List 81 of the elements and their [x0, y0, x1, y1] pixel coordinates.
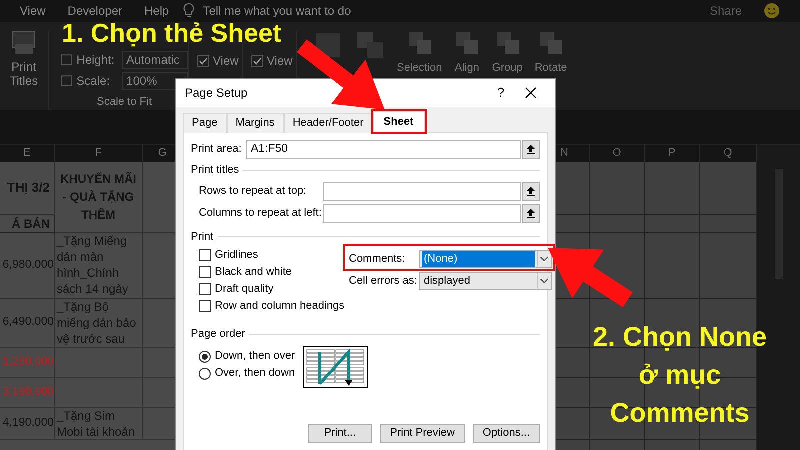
checkbox[interactable] — [199, 266, 211, 278]
group-label: Scale to Fit — [96, 94, 154, 110]
arrange-icon — [494, 30, 521, 56]
field-label: Height: — [76, 52, 116, 70]
collapse-icon — [526, 208, 536, 218]
checkbox-label: Gridlines — [215, 248, 258, 263]
field-label: Scale: — [76, 73, 112, 90]
collapse-button[interactable] — [522, 204, 540, 222]
field-label: Print area: — [191, 142, 243, 158]
field-label: Rows to repeat at top: — [199, 184, 308, 199]
dialog-tab[interactable]: Sheet — [372, 111, 425, 133]
view-checkbox[interactable] — [197, 55, 209, 67]
table-cell-text: 1,290,000 — [2, 354, 54, 370]
collapse-button[interactable] — [522, 182, 540, 200]
dialog-tab[interactable]: Page — [183, 113, 227, 133]
range-value: A1:F50 — [251, 142, 288, 157]
radio-label: Over, then down — [215, 366, 296, 382]
arrange-icon — [406, 30, 433, 56]
radio-button[interactable] — [199, 368, 211, 380]
lightbulb-icon — [183, 3, 196, 19]
annotation-text: 1. Chọn thẻ Sheet — [62, 20, 282, 46]
dropdown-field[interactable]: displayed — [419, 272, 552, 290]
dialog-title: Page Setup — [185, 85, 249, 102]
arrange-button[interactable]: Group — [492, 60, 523, 76]
table-cell-text: 3,190,000 — [2, 384, 54, 400]
close-icon — [525, 87, 537, 99]
collapse-icon — [526, 144, 536, 155]
print-titles-button[interactable]: Print Titles — [4, 60, 44, 88]
check-icon — [252, 56, 262, 66]
checkbox-label: Row and column headings — [215, 298, 345, 314]
menu-item[interactable]: Help — [144, 2, 170, 20]
checkbox-label: Draft quality — [215, 282, 274, 297]
field-label: Columns to repeat at left: — [199, 206, 323, 221]
dropdown-field[interactable]: (None) — [419, 250, 552, 268]
checkbox[interactable] — [199, 283, 211, 295]
page-order-preview-drawing — [303, 346, 368, 388]
checkbox-label: View — [267, 53, 293, 70]
dialog-button[interactable]: Options... — [472, 424, 540, 443]
annotation-text: 2. Chọn None ở mục Comments — [592, 321, 768, 430]
radio-button[interactable] — [199, 350, 211, 362]
collapse-button[interactable] — [522, 140, 540, 159]
arrange-icon — [538, 30, 564, 56]
highlight-frame — [370, 109, 427, 134]
dialog-tab[interactable]: Header/Footer — [284, 113, 373, 133]
section-title: Print titles — [191, 163, 240, 178]
radio-label: Down, then over — [215, 349, 296, 364]
check-icon — [198, 56, 208, 66]
arrange-button[interactable]: Align — [455, 60, 480, 76]
checkbox[interactable] — [199, 249, 211, 261]
menu-item[interactable]: View — [20, 2, 46, 20]
range-field[interactable]: A1:F50 — [246, 140, 521, 159]
dialog-button[interactable]: Print... — [308, 424, 372, 443]
field-label: Cell errors as: — [349, 274, 418, 289]
checkbox-label: Black and white — [215, 264, 292, 280]
section-title: Page order — [191, 327, 246, 342]
caret-icon — [537, 273, 551, 289]
range-field[interactable] — [323, 182, 521, 200]
size-icon — [61, 54, 73, 66]
dropdown-value: displayed — [423, 274, 472, 289]
arrange-icon — [454, 30, 480, 56]
dialog-button[interactable]: Print Preview — [380, 424, 465, 443]
arrange-button[interactable]: Selection — [397, 60, 442, 76]
menu-item[interactable]: Developer — [68, 2, 122, 20]
send-backward-icon — [355, 30, 385, 60]
dropdown-value: (None) — [422, 250, 535, 268]
section-title: Print — [191, 230, 214, 244]
share-button[interactable]: Share — [710, 2, 742, 20]
checkbox-label: View — [213, 53, 239, 70]
smiley-icon[interactable] — [764, 3, 780, 19]
checkbox[interactable] — [199, 300, 211, 312]
range-field[interactable] — [323, 204, 521, 222]
print-titles-icon — [11, 30, 37, 56]
view-checkbox[interactable] — [251, 55, 263, 67]
collapse-icon — [526, 186, 536, 196]
size-field[interactable]: Automatic — [122, 51, 188, 70]
tell-me-search[interactable]: Tell me what you want to do — [203, 2, 352, 20]
arrange-button[interactable]: Rotate — [534, 60, 568, 76]
field-label: Comments: — [349, 252, 406, 267]
size-icon — [61, 75, 73, 88]
dialog-tab[interactable]: Margins — [226, 113, 284, 133]
help-button[interactable]: ? — [486, 83, 516, 103]
